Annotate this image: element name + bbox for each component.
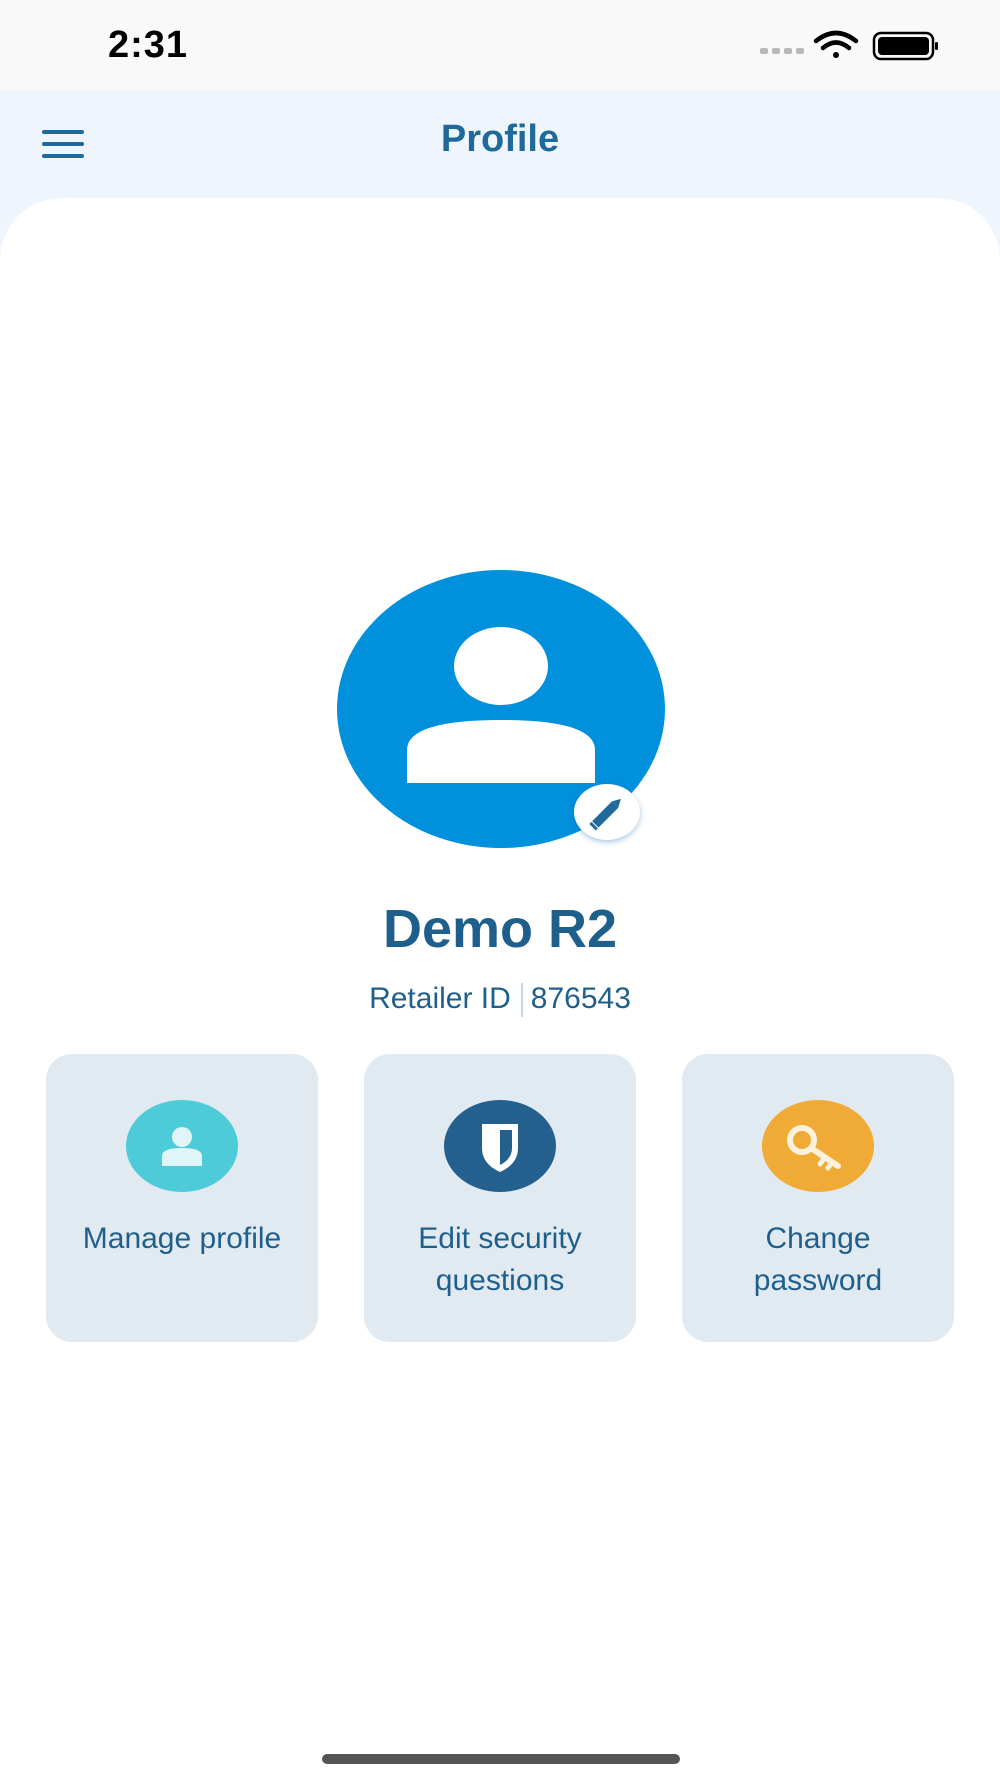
retailer-id-divider [520,983,523,1018]
retailer-id-label: Retailer ID [369,982,511,1015]
change-password-label: Change password [753,1222,883,1297]
status-icons [760,30,938,61]
shield-icon [444,1100,556,1192]
manage-profile-button[interactable]: Manage profile [46,1054,318,1342]
pencil-icon [589,798,621,831]
wifi-icon [813,30,859,58]
change-password-button[interactable]: Change password [682,1054,954,1342]
profile-content: Demo R2 Retailer ID 876543 Manage profile… [0,198,1000,1778]
edit-security-questions-label: Edit security questions [418,1222,582,1297]
edit-security-questions-button[interactable]: Edit security questions [364,1054,636,1342]
edit-avatar-button[interactable] [574,784,640,840]
status-time: 2:31 [108,24,189,66]
retailer-id-value: 876543 [530,982,631,1015]
status-bar: 2:31 [0,0,1000,90]
signal-icon [760,48,804,54]
key-icon [762,1100,874,1192]
battery-icon [872,31,938,61]
user-name: Demo R2 [382,899,618,959]
home-indicator[interactable] [322,1754,680,1764]
retailer-id: Retailer ID 876543 [0,982,1000,1018]
manage-profile-label: Manage profile [82,1222,282,1255]
page-title: Profile [440,118,560,160]
user-icon [126,1100,238,1192]
